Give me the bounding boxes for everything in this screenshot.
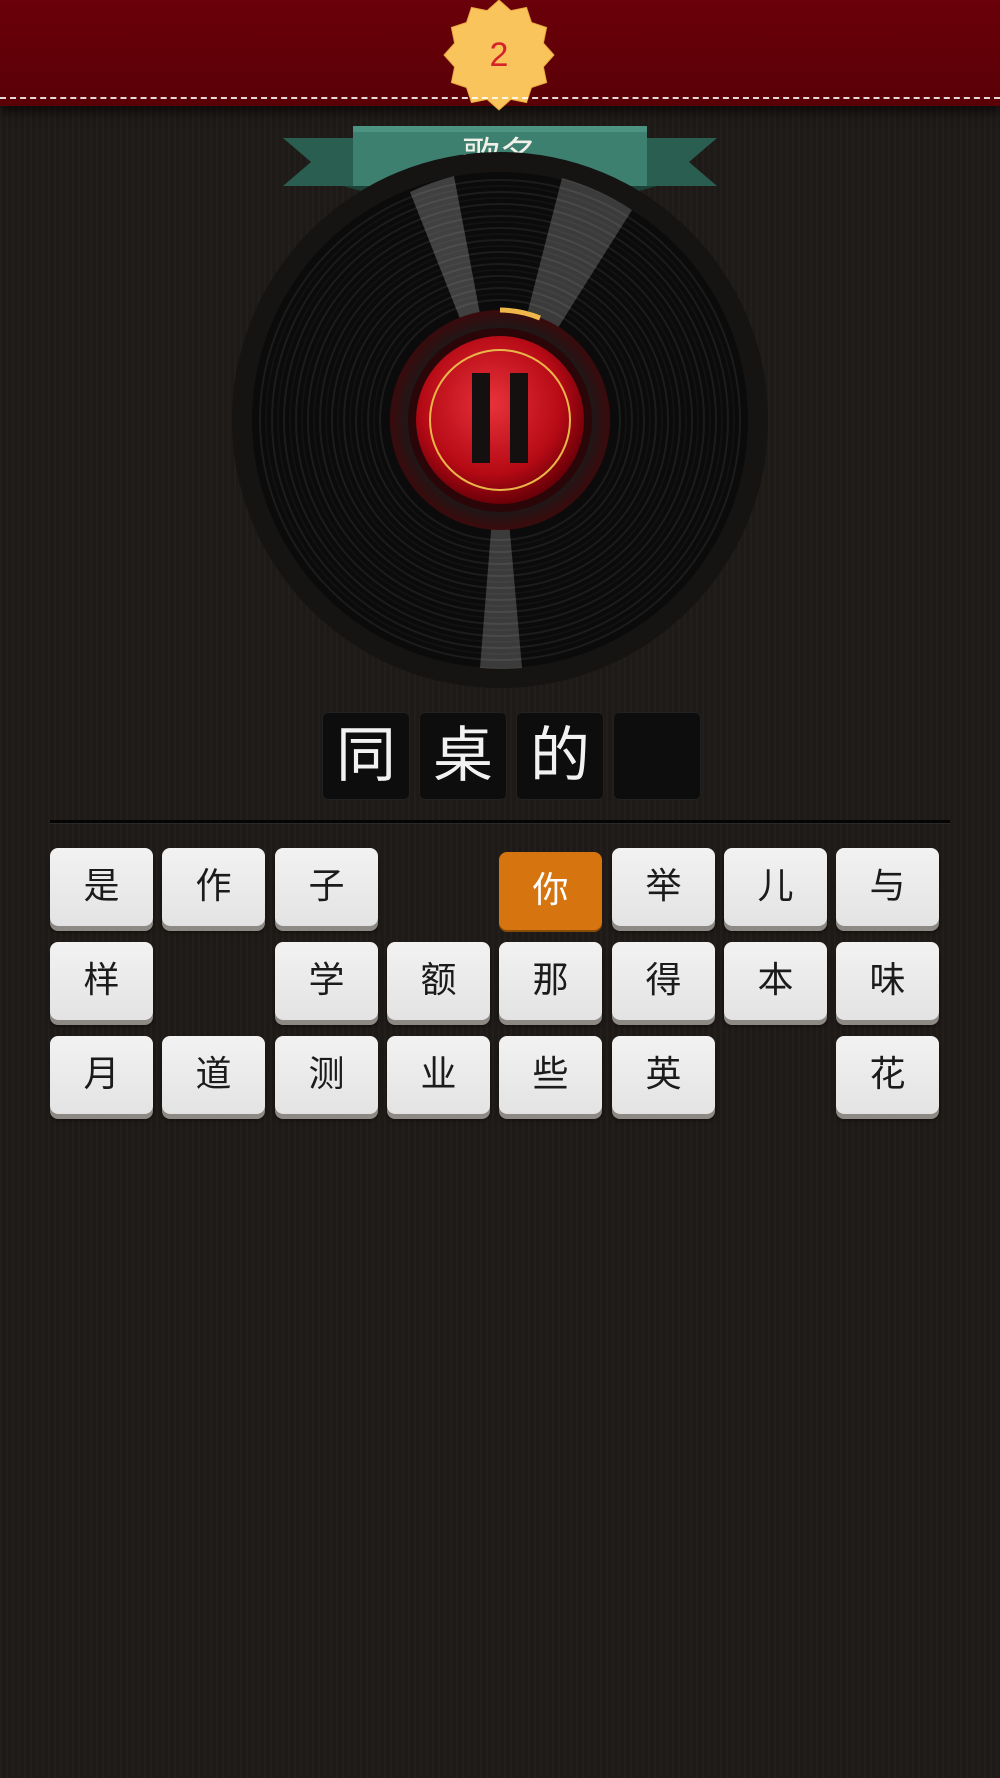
char-key-15[interactable]: 月: [50, 1036, 153, 1114]
top-banner: 2: [0, 0, 1000, 111]
char-key-2[interactable]: 作: [162, 848, 265, 926]
char-key-18[interactable]: 业: [387, 1036, 490, 1114]
char-key-8[interactable]: 样: [50, 942, 153, 1020]
char-key-19[interactable]: 些: [499, 1036, 602, 1114]
char-key-1[interactable]: 是: [50, 848, 153, 926]
char-key-5[interactable]: 举: [612, 848, 715, 926]
answer-row: 同 桌 的: [322, 712, 701, 800]
char-key-16[interactable]: 道: [162, 1036, 265, 1114]
char-key-20[interactable]: 英: [612, 1036, 715, 1114]
char-key-11[interactable]: 那: [499, 942, 602, 1020]
answer-slot-4[interactable]: [613, 712, 701, 800]
level-badge: 2: [440, 0, 558, 118]
pause-button[interactable]: [415, 335, 585, 505]
char-key-9[interactable]: 学: [275, 942, 378, 1020]
char-key-4[interactable]: 你: [499, 852, 602, 930]
divider: [50, 820, 950, 823]
answer-slot-3[interactable]: 的: [516, 712, 604, 800]
char-key-17[interactable]: 测: [275, 1036, 378, 1114]
char-key-13[interactable]: 本: [724, 942, 827, 1020]
char-key-14[interactable]: 味: [836, 942, 939, 1020]
char-key-7[interactable]: 与: [836, 848, 939, 926]
level-number: 2: [489, 36, 509, 74]
pause-icon: [472, 373, 528, 463]
answer-slot-2[interactable]: 桌: [419, 712, 507, 800]
char-key-10[interactable]: 额: [387, 942, 490, 1020]
char-key-21[interactable]: 花: [836, 1036, 939, 1114]
char-key-3[interactable]: 子: [275, 848, 378, 926]
answer-slot-1[interactable]: 同: [322, 712, 410, 800]
char-key-6[interactable]: 儿: [724, 848, 827, 926]
char-key-12[interactable]: 得: [612, 942, 715, 1020]
